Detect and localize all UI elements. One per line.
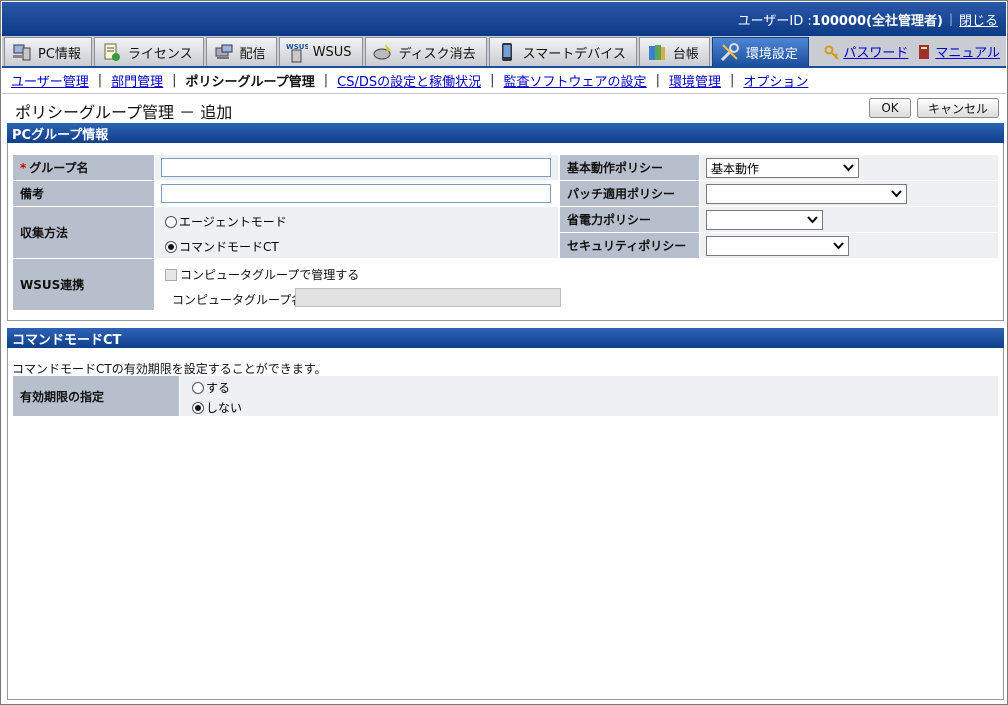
manual-label: マニュアル	[935, 46, 1000, 61]
sub-navigation: ユーザー管理 | 部門管理 | ポリシーグループ管理 | CS/DSの設定と稼働…	[11, 71, 809, 90]
tab-ledger[interactable]: 台帳	[638, 37, 710, 66]
security-policy-cell	[700, 233, 998, 258]
book-icon	[916, 44, 932, 60]
note-label: 備考	[13, 181, 154, 206]
note-input[interactable]	[161, 184, 551, 203]
basic-policy-cell: 基本動作	[700, 155, 998, 180]
tab-delivery[interactable]: 配信	[205, 37, 277, 66]
subnav-env[interactable]: 環境管理	[669, 71, 721, 90]
patch-policy-cell	[700, 181, 998, 206]
tab-label: 環境設定	[745, 46, 798, 62]
cancel-button[interactable]: キャンセル	[917, 98, 999, 118]
tab-disk-erase[interactable]: ディスク消去	[364, 37, 487, 66]
disk-erase-icon	[372, 41, 394, 63]
tab-settings[interactable]: 環境設定	[711, 37, 809, 66]
wsus-group-name-input[interactable]	[295, 288, 561, 307]
expiry-cell: する しない	[180, 376, 998, 416]
tab-label: スマートデバイス	[522, 46, 626, 62]
password-link[interactable]: パスワード	[824, 42, 908, 61]
ledger-icon	[646, 41, 668, 63]
wsus-label: WSUS連携	[13, 259, 154, 310]
wsus-cell: コンピュータグループで管理する コンピュータグループ名	[155, 259, 561, 310]
command-ct-header: コマンドモードCT	[7, 328, 1004, 348]
wsus-group-checkbox[interactable]: コンピュータグループで管理する	[165, 266, 359, 283]
tab-label: ディスク消去	[398, 46, 476, 62]
basic-policy-select[interactable]: 基本動作	[706, 158, 859, 178]
note-cell	[155, 181, 558, 206]
expiry-label: 有効期限の指定	[13, 376, 179, 416]
collect-method-label: 収集方法	[13, 207, 154, 258]
main-tab-bar: PC情報 ライセンス 配信 WSUS WSUS ディスク消去 スマートデバイス …	[2, 36, 1006, 68]
license-icon	[101, 41, 123, 63]
power-policy-label: 省電力ポリシー	[560, 207, 699, 232]
group-name-input[interactable]	[161, 158, 551, 177]
app-window: ユーザーID : 100000(全社管理者) | 閉じる PC情報 ライセンス …	[0, 0, 1008, 705]
expiry-yes-radio[interactable]: する	[192, 379, 230, 396]
user-id-label: ユーザーID :	[737, 13, 812, 29]
command-ct-description: コマンドモードCTの有効期限を設定することができます。	[12, 362, 327, 376]
security-policy-select[interactable]	[706, 236, 849, 256]
chevron-down-icon	[807, 216, 818, 224]
settings-icon	[719, 41, 741, 63]
chevron-down-icon	[833, 242, 844, 250]
wsus-icon: WSUS	[286, 41, 308, 63]
command-ct-panel: コマンドモードCTの有効期限を設定することができます。 有効期限の指定 する し…	[7, 348, 1004, 700]
subnav-user-mgmt[interactable]: ユーザー管理	[11, 71, 89, 90]
smart-device-icon	[496, 41, 518, 63]
close-link[interactable]: 閉じる	[959, 10, 998, 29]
tab-label: ライセンス	[127, 46, 193, 62]
patch-policy-label: パッチ適用ポリシー	[560, 181, 699, 206]
power-policy-cell	[700, 207, 998, 232]
key-icon	[824, 44, 840, 60]
pc-group-header: PCグループ情報	[7, 123, 1004, 143]
group-name-cell	[155, 155, 558, 180]
subnav-option[interactable]: オプション	[743, 71, 808, 90]
tab-label: WSUS	[312, 44, 352, 60]
tab-label: 台帳	[672, 46, 699, 62]
page-header: ポリシーグループ管理 － 追加 OK キャンセル	[2, 93, 1006, 122]
tab-label: 配信	[239, 46, 266, 62]
required-mark: *	[20, 160, 27, 175]
agent-mode-radio[interactable]: エージェントモード	[165, 213, 287, 230]
basic-policy-label: 基本動作ポリシー	[560, 155, 699, 180]
ok-button[interactable]: OK	[869, 98, 911, 118]
tab-license[interactable]: ライセンス	[93, 37, 204, 66]
subnav-audit[interactable]: 監査ソフトウェアの設定	[504, 71, 647, 90]
expiry-no-radio[interactable]: しない	[192, 399, 242, 416]
password-label: パスワード	[843, 46, 909, 61]
topbar-separator: |	[948, 12, 953, 26]
page-title: ポリシーグループ管理 － 追加	[15, 103, 233, 122]
top-bar: ユーザーID : 100000(全社管理者) | 閉じる	[2, 2, 1006, 36]
group-name-label: * グループ名	[13, 155, 154, 180]
tab-smart-device[interactable]: スマートデバイス	[488, 37, 637, 66]
subnav-csds[interactable]: CS/DSの設定と稼働状況	[337, 71, 481, 90]
chevron-down-icon	[891, 190, 902, 198]
tab-pc-info[interactable]: PC情報	[4, 37, 92, 66]
delivery-icon	[213, 41, 235, 63]
pc-group-panel: * グループ名 備考 収集方法 エージェントモード コマンドモードCT WSUS…	[7, 143, 1004, 321]
patch-policy-select[interactable]	[706, 184, 907, 204]
chevron-down-icon	[843, 164, 854, 172]
subnav-policy-group: ポリシーグループ管理	[185, 74, 315, 90]
power-policy-select[interactable]	[706, 210, 823, 230]
security-policy-label: セキュリティポリシー	[560, 233, 699, 258]
tab-label: PC情報	[38, 46, 81, 62]
user-id-value: 100000(全社管理者)	[811, 13, 943, 29]
tab-wsus[interactable]: WSUS WSUS	[278, 37, 363, 66]
subnav-dept-mgmt[interactable]: 部門管理	[111, 71, 163, 90]
wsus-group-name-label: コンピュータグループ名	[172, 293, 304, 307]
manual-link[interactable]: マニュアル	[916, 42, 1000, 61]
command-mode-radio[interactable]: コマンドモードCT	[165, 238, 279, 255]
collect-method-cell: エージェントモード コマンドモードCT	[155, 207, 558, 258]
top-links: パスワード マニュアル	[816, 37, 1006, 66]
pc-icon	[11, 41, 33, 63]
